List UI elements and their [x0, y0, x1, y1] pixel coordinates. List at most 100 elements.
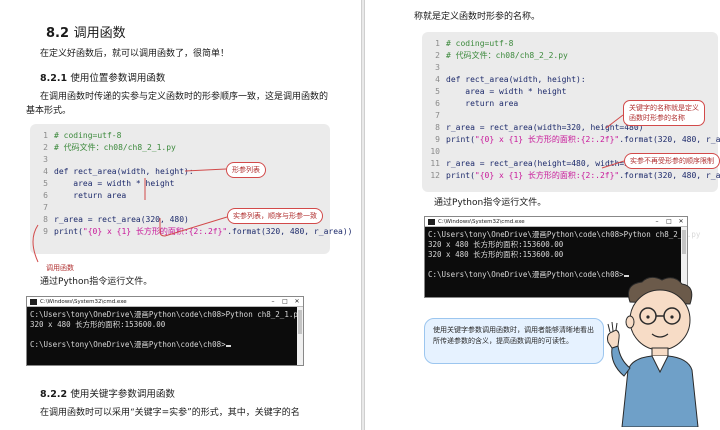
- code-text: area = width * height: [446, 86, 567, 96]
- line-number: 7: [43, 202, 48, 212]
- code-text: r_area = rect_area(320, 480): [54, 214, 189, 224]
- code-text: # 代码文件：ch08/ch8_2_1.py: [54, 142, 176, 152]
- code-text: print("{0} x {1} 长方形的面积:{2:.2f}".format(…: [54, 226, 353, 236]
- run-instruction-right: 通过Python指令运行文件。: [434, 198, 547, 208]
- line-number: 4: [43, 166, 48, 176]
- paragraph-keyword: 在调用函数时可以采用“关键字=实参”的形式，其中，关键字的名: [40, 408, 300, 418]
- section-heading: 8.2 调用函数: [46, 22, 126, 41]
- console-line: 320 x 480 长方形的面积:153600.00: [428, 250, 564, 259]
- console-line: C:\Users\tony\OneDrive\漫画Python\code\ch0…: [30, 310, 303, 319]
- line-number: 4: [435, 74, 440, 84]
- close-icon[interactable]: ✕: [675, 218, 687, 225]
- text-cursor: [225, 345, 231, 347]
- line-number: 9: [435, 134, 440, 144]
- right-page: 称就是定义函数时形参的名称。 1 # coding=utf-8 2 # 代码文件：ch…: [366, 0, 720, 430]
- console-titlebar[interactable]: C:\Windows\System32\cmd.exe – □ ✕: [27, 297, 303, 307]
- subsection-title: 使用位置参数调用函数: [70, 73, 166, 84]
- paragraph-positional: 在调用函数时传递的实参与定义函数时的形参顺序一致，这是调用函数的基本形式。: [26, 92, 329, 116]
- line-number: 1: [435, 38, 440, 48]
- code-text: def rect_area(width, height):: [54, 166, 194, 176]
- code-line: 3: [428, 61, 712, 73]
- code-line: 1 # coding=utf-8: [428, 37, 712, 49]
- page-gutter: [361, 0, 365, 430]
- console-line: 320 x 480 长方形的面积:153600.00: [428, 240, 564, 249]
- annotation-order-free: 实参不再受形参的顺序限制: [624, 153, 720, 169]
- code-line: 2 # 代码文件：ch08/ch8_2_2.py: [428, 49, 712, 61]
- code-text: # coding=utf-8: [446, 38, 514, 48]
- code-line: 6 return area: [36, 189, 324, 201]
- console-title: C:\Windows\System32\cmd.exe: [438, 218, 525, 225]
- line-number: 3: [43, 154, 48, 164]
- code-text: print("{0} x {1} 长方形的面积:{2:.2f}".format(…: [446, 134, 720, 144]
- console-title: C:\Windows\System32\cmd.exe: [40, 298, 127, 305]
- code-line: 5 area = width * height: [36, 177, 324, 189]
- code-text: return area: [446, 98, 519, 108]
- code-text: def rect_area(width, height):: [446, 74, 586, 84]
- code-line: 2 # 代码文件：ch08/ch8_2_1.py: [36, 141, 324, 153]
- continued-text: 称就是定义函数时形参的名称。: [414, 12, 541, 22]
- console-line: C:\Users\tony\OneDrive\漫画Python\code\ch0…: [30, 340, 300, 350]
- maximize-icon[interactable]: □: [279, 298, 291, 305]
- close-icon[interactable]: ✕: [291, 298, 303, 305]
- annotation-formal-params: 形参列表: [226, 162, 266, 178]
- line-number: 8: [435, 122, 440, 132]
- line-number: 3: [435, 62, 440, 72]
- code-text: # 代码文件：ch08/ch8_2_2.py: [446, 50, 568, 60]
- code-line: 4 def rect_area(width, height):: [36, 165, 324, 177]
- code-text: # coding=utf-8: [54, 130, 122, 140]
- line-number: 2: [43, 142, 48, 152]
- code-text: area = width * height: [54, 178, 175, 188]
- code-text: print("{0} x {1} 长方形的面积:{2:.2f}".format(…: [446, 170, 720, 180]
- code-text: r_area = rect_area(height=480, width=320…: [446, 158, 644, 168]
- code-line: 5 area = width * height: [428, 85, 712, 97]
- console-line: 320 x 480 长方形的面积:153600.00: [30, 320, 166, 329]
- line-number: 12: [430, 170, 440, 180]
- line-number: 7: [435, 110, 440, 120]
- line-number: 5: [43, 178, 48, 188]
- speech-bubble: 使用关键字参数调用函数时，调用者能够清晰地看出所传递参数的含义，提高函数调用的可…: [424, 318, 604, 364]
- console-icon: [428, 218, 435, 225]
- line-number: 6: [43, 190, 48, 200]
- minimize-icon[interactable]: –: [651, 218, 663, 225]
- section-title: 调用函数: [73, 26, 126, 41]
- console-scrollbar[interactable]: [297, 307, 303, 365]
- subsection-heading-1: 8.2.1 使用位置参数调用函数: [40, 70, 165, 84]
- run-instruction-left: 通过Python指令运行文件。: [40, 277, 153, 287]
- code-line: 3: [36, 153, 324, 165]
- line-number: 11: [430, 158, 440, 168]
- annotation-call-function: 调用函数: [46, 264, 74, 272]
- subsection-heading-2: 8.2.2 使用关键字参数调用函数: [40, 386, 175, 400]
- subsection-title: 使用关键字参数调用函数: [70, 389, 175, 400]
- code-line: 4 def rect_area(width, height):: [428, 73, 712, 85]
- subsection-number: 8.2.1: [40, 73, 68, 84]
- line-number: 1: [43, 130, 48, 140]
- console-line: C:\Users\tony\OneDrive\漫画Python\code\ch0…: [428, 230, 701, 239]
- cartoon-teacher-illustration: [607, 276, 699, 427]
- code-line: 1 # coding=utf-8: [36, 129, 324, 141]
- console-output: C:\Users\tony\OneDrive\漫画Python\code\ch0…: [27, 307, 303, 353]
- code-text: r_area = rect_area(width=320, height=480…: [446, 122, 644, 132]
- line-number: 5: [435, 86, 440, 96]
- annotation-keyword-name: 关键字的名称就是定义函数时形参的名称: [623, 100, 705, 126]
- code-line: 9 print("{0} x {1} 长方形的面积:{2:.2f}".format…: [428, 133, 720, 145]
- maximize-icon[interactable]: □: [663, 218, 675, 225]
- code-line: 12 print("{0} x {1} 长方形的面积:{2:.2f}".forma…: [428, 169, 720, 181]
- console-icon: [30, 298, 37, 305]
- code-block-ch8-2-1: 1 # coding=utf-8 2 # 代码文件：ch08/ch8_2_1.py 3 4…: [30, 124, 352, 254]
- left-page: 8.2 调用函数 在定义好函数后，就可以调用函数了，很简单！ 8.2.1 使用位…: [0, 0, 360, 430]
- line-number: 8: [43, 214, 48, 224]
- annotation-actual-params: 实参列表，顺序与形参一致: [227, 208, 323, 224]
- minimize-icon[interactable]: –: [267, 298, 279, 305]
- intro-text: 在定义好函数后，就可以调用函数了，很简单！: [40, 49, 230, 59]
- console-titlebar[interactable]: C:\Windows\System32\cmd.exe – □ ✕: [425, 217, 687, 227]
- subsection-number: 8.2.2: [40, 389, 68, 400]
- line-number: 2: [435, 50, 440, 60]
- code-line: 9 print("{0} x {1} 长方形的面积:{2:.2f}".format…: [36, 225, 352, 237]
- line-number: 10: [430, 146, 440, 156]
- code-text: return area: [54, 190, 127, 200]
- section-number: 8.2: [46, 26, 70, 41]
- console-window-left: C:\Windows\System32\cmd.exe – □ ✕ C:\Use…: [26, 296, 304, 366]
- line-number: 9: [43, 226, 48, 236]
